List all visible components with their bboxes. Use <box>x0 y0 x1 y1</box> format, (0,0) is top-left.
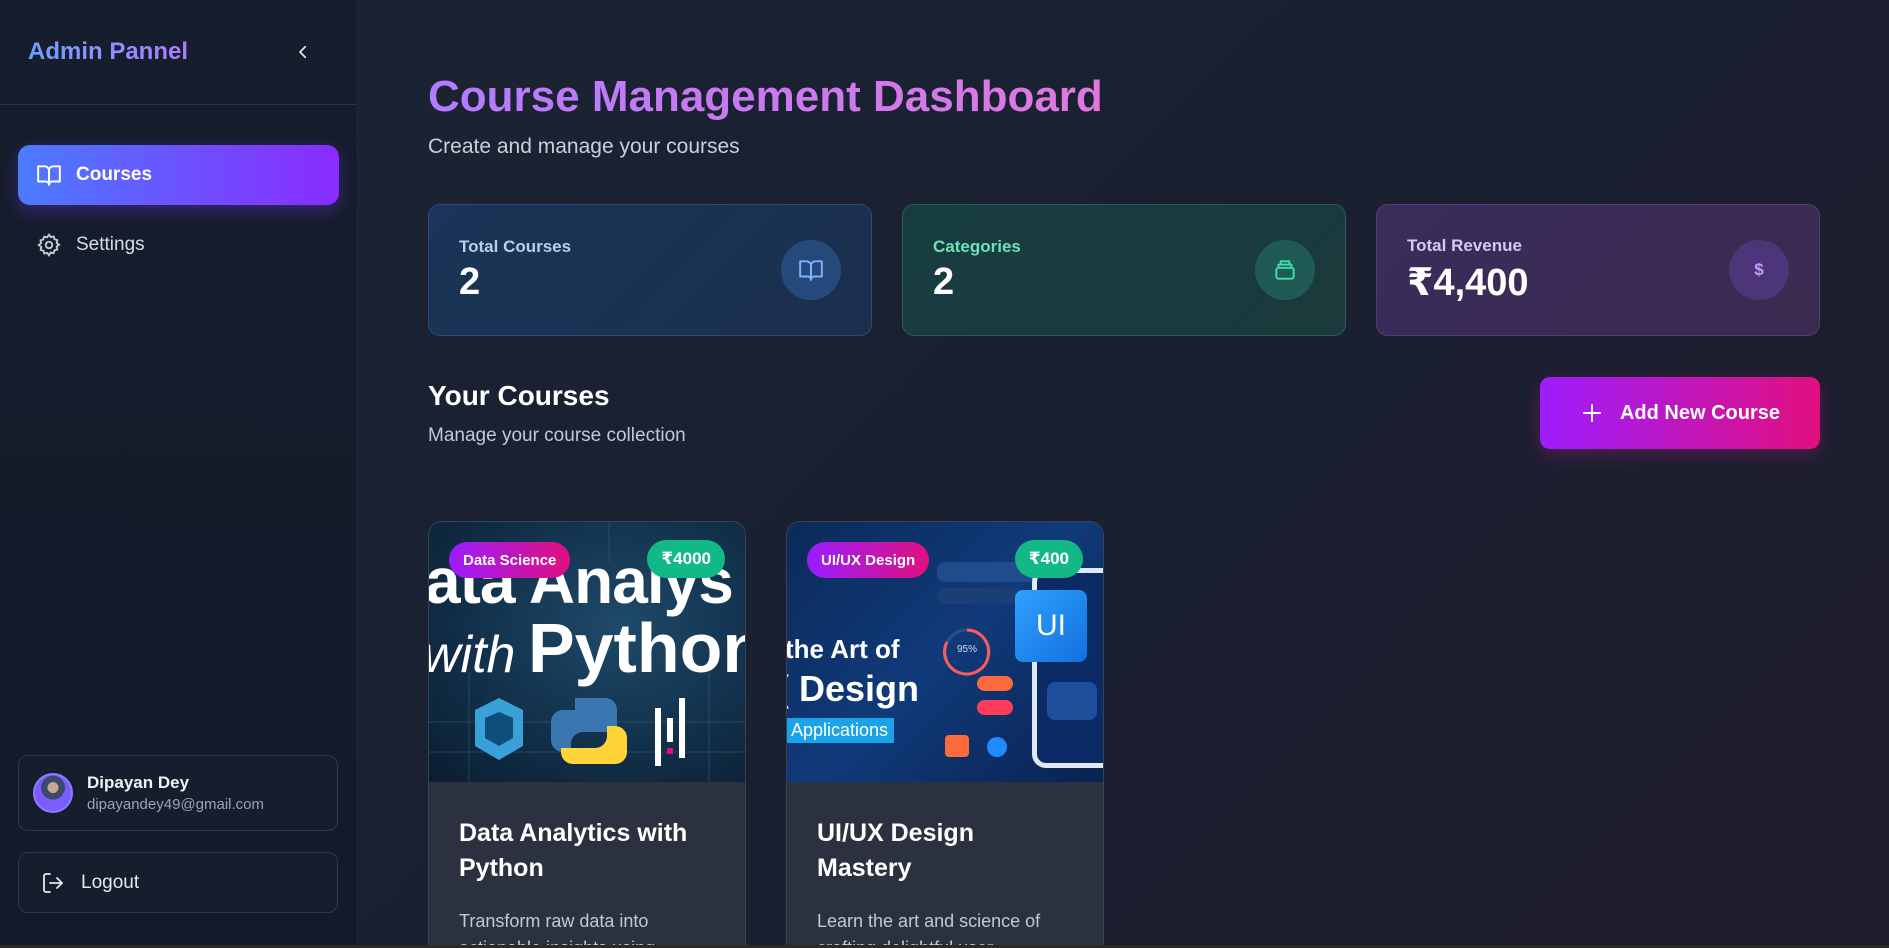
layers-icon <box>1255 240 1315 300</box>
sidebar-item-settings[interactable]: Settings <box>18 215 339 275</box>
user-email: dipayandey49@gmail.com <box>87 796 264 813</box>
book-icon <box>37 165 61 186</box>
upload-icon <box>945 735 969 757</box>
course-title-line1: UI/UX Design <box>817 819 974 847</box>
sidebar: Admin Pannel Courses Settings Dipayan De… <box>0 0 358 948</box>
user-profile-card[interactable]: Dipayan Dey dipayandey49@gmail.com <box>18 755 338 831</box>
stat-label: Total Revenue <box>1407 235 1522 255</box>
stat-value: 2 <box>933 260 955 303</box>
add-button-label: Add New Course <box>1619 401 1781 424</box>
page-title: Course Management Dashboard <box>428 72 1103 121</box>
course-description: Learn the art and science of crafting de… <box>817 908 1073 948</box>
course-card[interactable]: ata Analys with Python Data Science ₹400… <box>428 521 746 948</box>
course-title: UI/UX Design Mastery <box>817 816 1073 886</box>
thumb-title-line2: with Python <box>429 608 745 688</box>
course-description: Transform raw data into actionable insig… <box>459 908 715 948</box>
course-card[interactable]: UI 95% the Art of ( Design Applications … <box>786 521 1104 948</box>
collapse-sidebar-button[interactable] <box>289 38 317 66</box>
category-badge: Data Science <box>449 542 571 578</box>
course-desc-line1: Transform raw data into <box>459 911 649 931</box>
thumb-title-line1: the Art of <box>787 634 900 664</box>
stat-card-categories: Categories 2 <box>902 204 1346 336</box>
price-badge: ₹4000 <box>647 540 725 578</box>
thumb-title-line3: Applications <box>787 718 895 743</box>
course-thumbnail: UI 95% the Art of ( Design Applications … <box>787 522 1103 782</box>
dollar-icon: $ <box>1729 240 1789 300</box>
toggle-switch-icon <box>977 676 1013 691</box>
category-badge: UI/UX Design <box>807 542 930 578</box>
course-title: Data Analytics with Python <box>459 816 715 886</box>
price-badge: ₹400 <box>1014 540 1083 578</box>
user-info: Dipayan Dey dipayandey49@gmail.com <box>87 773 264 813</box>
brand-title: Admin Pannel <box>28 38 189 65</box>
course-desc-line1: Learn the art and science of <box>817 911 1041 931</box>
stat-value: 2 <box>459 260 481 303</box>
ui-mockup-panel <box>937 588 1023 604</box>
sidebar-item-label: Courses <box>76 164 153 185</box>
logout-icon <box>43 872 63 893</box>
sidebar-nav: Courses Settings <box>0 105 357 275</box>
stat-card-total-courses: Total Courses 2 <box>428 204 872 336</box>
course-thumbnail: ata Analys with Python Data Science ₹400… <box>429 522 745 782</box>
numpy-logo-icon <box>475 698 523 760</box>
stat-label: Categories <box>933 236 1021 256</box>
course-title-line2: Mastery <box>817 854 912 882</box>
book-icon <box>781 240 841 300</box>
ui-mockup-block <box>1047 682 1097 720</box>
sidebar-item-courses[interactable]: Courses <box>18 145 339 205</box>
plus-circle-icon <box>987 737 1007 757</box>
sidebar-item-label: Settings <box>76 234 145 255</box>
python-logos <box>475 698 685 766</box>
page-subtitle: Create and manage your courses <box>428 135 740 158</box>
logout-button[interactable]: Logout <box>18 852 338 913</box>
thumb-title-python: Python <box>527 609 745 687</box>
pandas-logo-icon <box>655 698 685 766</box>
thumb-title-with: with <box>429 626 516 684</box>
user-name: Dipayan Dey <box>87 773 190 792</box>
course-card-body: UI/UX Design Mastery Learn the art and s… <box>787 782 1103 948</box>
section-title: Your Courses <box>428 380 610 411</box>
stat-label: Total Courses <box>459 236 572 256</box>
add-new-course-button[interactable]: Add New Course <box>1540 377 1820 449</box>
stat-card-total-revenue: Total Revenue ₹4,400 $ <box>1376 204 1820 336</box>
course-title-line1: Data Analytics with <box>459 819 688 847</box>
sidebar-header: Admin Pannel <box>0 0 357 105</box>
toggle-switch-icon <box>977 700 1013 715</box>
plus-icon <box>1582 404 1601 422</box>
thumb-title-line2: ( Design <box>787 668 920 709</box>
thumb-percent: 95% <box>957 644 978 655</box>
main-content: Course Management Dashboard Create and m… <box>358 0 1889 948</box>
course-card-body: Data Analytics with Python Transform raw… <box>429 782 745 948</box>
python-logo-icon <box>551 698 627 764</box>
ui-badge-box: UI <box>1015 590 1087 662</box>
logout-label: Logout <box>81 871 140 893</box>
chevron-left-icon <box>299 45 307 59</box>
course-title-line2: Python <box>459 854 544 882</box>
gear-icon <box>37 233 61 257</box>
section-subtitle: Manage your course collection <box>428 425 686 446</box>
avatar <box>33 773 73 813</box>
stat-value: ₹4,400 <box>1407 261 1529 304</box>
